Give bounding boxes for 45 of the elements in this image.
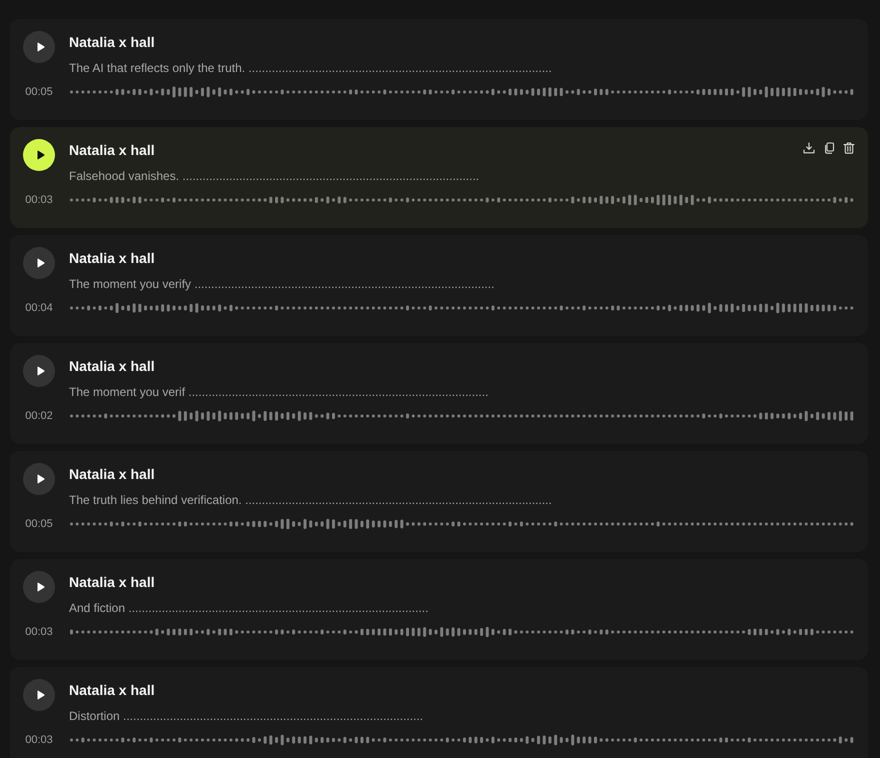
play-button[interactable] [23, 463, 55, 495]
track-duration: 00:03 [24, 733, 54, 748]
track-card[interactable]: Natalia x hall Falsehood vanishes. ......................................................................................... 00:03 [10, 127, 868, 228]
track-duration: 00:03 [24, 193, 54, 208]
track-title: Natalia x hall [69, 249, 155, 268]
track-text: And fiction .......................................................................................... [69, 600, 430, 617]
play-icon [36, 474, 44, 484]
track-card[interactable]: Natalia x hall The truth lies behind verification. ............................................................................................ 00:05 [10, 451, 868, 552]
track-text: The truth lies behind verification. ............................................................................................ [69, 492, 553, 509]
play-button[interactable] [23, 571, 55, 603]
trash-icon[interactable] [843, 142, 855, 154]
play-button[interactable] [23, 247, 55, 279]
track-card[interactable]: Natalia x hall Distortion .......................................................................................... 00:03 [10, 667, 868, 758]
track-text: Falsehood vanishes. ......................................................................................... [69, 168, 480, 185]
play-icon [36, 582, 44, 592]
track-duration: 00:03 [24, 625, 54, 640]
track-title: Natalia x hall [69, 573, 155, 592]
track-duration: 00:02 [24, 409, 54, 424]
track-card[interactable]: Natalia x hall The AI that reflects only the truth. ........................................................................................... 00:05 [10, 19, 868, 120]
track-title: Natalia x hall [69, 465, 155, 484]
play-button[interactable] [23, 679, 55, 711]
track-card[interactable]: Natalia x hall And fiction .......................................................................................... 00:03 [10, 559, 868, 660]
track-text: The moment you verif .......................................................................................... [69, 384, 490, 401]
track-duration: 00:04 [24, 301, 54, 316]
track-title: Natalia x hall [69, 33, 155, 52]
play-icon [36, 42, 44, 52]
track-text: The AI that reflects only the truth. ........................................................................................... [69, 60, 553, 77]
download-icon[interactable] [803, 142, 815, 154]
play-button[interactable] [23, 355, 55, 387]
play-button[interactable] [23, 139, 55, 171]
track-text: The moment you verify .......................................................................................... [69, 276, 496, 293]
track-title: Natalia x hall [69, 141, 155, 160]
track-duration: 00:05 [24, 517, 54, 532]
track-card[interactable]: Natalia x hall The moment you verify .......................................................................................... 00:04 [10, 235, 868, 336]
track-title: Natalia x hall [69, 681, 155, 700]
play-button[interactable] [23, 31, 55, 63]
copy-icon[interactable] [823, 142, 835, 154]
track-card[interactable]: Natalia x hall The moment you verif .......................................................................................... 00:02 [10, 343, 868, 444]
track-duration: 00:05 [24, 85, 54, 100]
play-icon [36, 150, 44, 160]
track-text: Distortion .......................................................................................... [69, 708, 424, 725]
play-icon [36, 258, 44, 268]
track-title: Natalia x hall [69, 357, 155, 376]
play-icon [36, 366, 44, 376]
play-icon [36, 690, 44, 700]
